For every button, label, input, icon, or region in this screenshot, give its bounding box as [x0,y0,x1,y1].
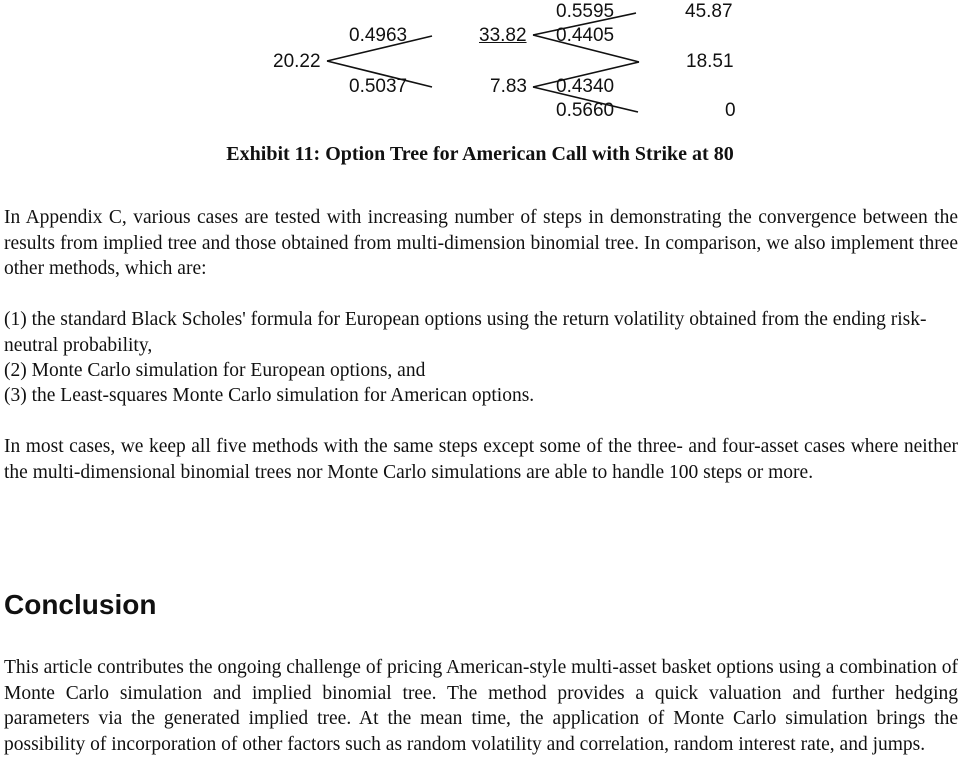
node-root: 20.22 [273,51,321,72]
paragraph-conclusion: This article contributes the ongoing cha… [4,657,958,755]
node-step1-down: 7.83 [490,76,527,97]
node-step2-bottom: 0 [725,100,736,121]
tree-branches [326,12,640,113]
exhibit-caption: Exhibit 11: Option Tree for American Cal… [226,143,734,165]
paragraph-appendix: In Appendix C, various cases are tested … [4,207,958,279]
prob-step2-down-down: 0.5660 [556,100,615,121]
section-heading-conclusion: Conclusion [4,589,157,620]
prob-step1-up: 0.4963 [349,25,408,46]
prob-step2-up-up: 0.5595 [556,1,615,22]
method-item-3: (3) the Least-squares Monte Carlo simula… [4,385,535,406]
node-step2-middle: 18.51 [686,51,734,72]
method-item-1: (1) the standard Black Scholes' formula … [4,309,927,356]
prob-step2-up-down: 0.4405 [556,25,615,46]
prob-step1-down: 0.5037 [349,76,408,97]
paragraph-most-cases: In most cases, we keep all five methods … [4,436,958,483]
method-item-2: (2) Monte Carlo simulation for European … [4,360,426,381]
node-step2-top: 45.87 [685,1,733,22]
node-step1-up: 33.82 [479,25,527,46]
prob-step2-down-up: 0.4340 [556,76,615,97]
option-tree-diagram: 20.22 0.4963 0.5037 33.82 7.83 0.5595 0.… [0,0,960,130]
